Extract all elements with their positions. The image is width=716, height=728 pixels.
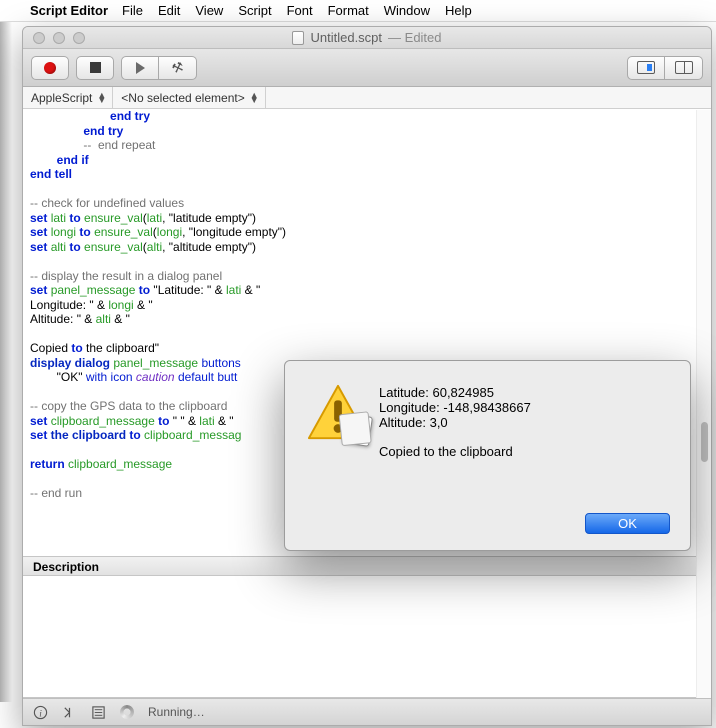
svg-text:i: i — [39, 709, 42, 719]
view-full-icon — [637, 61, 655, 74]
dialog-line-4: Copied to the clipboard — [379, 444, 670, 459]
document-proxy-icon[interactable] — [292, 31, 304, 45]
system-menubar: Script Editor File Edit View Script Font… — [0, 0, 716, 22]
dialog-icon-area — [307, 379, 379, 534]
accessory-result-icon[interactable] — [62, 705, 77, 720]
element-label: <No selected element> — [121, 91, 244, 105]
background-shadow — [0, 22, 12, 702]
dialog-line-2: Longitude: -148,98438667 — [379, 400, 670, 415]
status-text: Running… — [148, 705, 205, 719]
status-bar: i Running… — [23, 698, 711, 725]
dropdown-arrows-icon: ▲▼ — [250, 93, 259, 103]
play-icon — [136, 62, 145, 74]
document-name: Untitled.scpt — [310, 30, 382, 45]
ok-button[interactable]: OK — [585, 513, 670, 534]
menu-format[interactable]: Format — [328, 3, 369, 18]
hammer-icon: ⚒ — [169, 58, 185, 77]
edited-indicator: — Edited — [388, 30, 441, 45]
description-header[interactable]: Description — [23, 556, 711, 576]
view-full-button[interactable] — [627, 56, 665, 80]
menu-help[interactable]: Help — [445, 3, 472, 18]
window-titlebar[interactable]: Untitled.scpt — Edited — [23, 27, 711, 49]
accessory-log-icon[interactable] — [91, 705, 106, 720]
stop-button[interactable] — [76, 56, 114, 80]
toolbar: ⚒ — [23, 49, 711, 87]
dialog-body: Latitude: 60,824985 Longitude: -148,9843… — [379, 379, 670, 534]
menu-script[interactable]: Script — [238, 3, 271, 18]
scrollbar-thumb[interactable] — [701, 422, 708, 462]
menu-font[interactable]: Font — [287, 3, 313, 18]
view-split-button[interactable] — [665, 56, 703, 80]
description-body[interactable] — [23, 576, 711, 698]
stop-icon — [90, 62, 101, 73]
accessory-info-icon[interactable]: i — [33, 705, 48, 720]
active-app-name[interactable]: Script Editor — [30, 3, 108, 18]
result-dialog: Latitude: 60,824985 Longitude: -148,9843… — [284, 360, 691, 551]
dropdown-arrows-icon: ▲▼ — [97, 93, 106, 103]
dialog-line-3: Altitude: 3,0 — [379, 415, 670, 430]
language-selector[interactable]: AppleScript ▲▼ — [23, 87, 113, 108]
view-split-icon — [675, 61, 693, 74]
record-button[interactable] — [31, 56, 69, 80]
language-label: AppleScript — [31, 91, 92, 105]
menu-window[interactable]: Window — [384, 3, 430, 18]
element-selector[interactable]: <No selected element> ▲▼ — [113, 87, 265, 108]
vertical-scrollbar[interactable] — [696, 110, 711, 698]
spinner-icon — [120, 705, 134, 719]
run-button[interactable] — [121, 56, 159, 80]
record-icon — [44, 62, 56, 74]
navigation-bar: AppleScript ▲▼ <No selected element> ▲▼ — [23, 87, 711, 109]
dialog-line-1: Latitude: 60,824985 — [379, 385, 670, 400]
compile-button[interactable]: ⚒ — [159, 56, 197, 80]
menu-view[interactable]: View — [195, 3, 223, 18]
script-badge-icon — [341, 413, 373, 447]
menu-edit[interactable]: Edit — [158, 3, 180, 18]
window-title: Untitled.scpt — Edited — [23, 30, 711, 45]
caution-icon — [307, 383, 369, 441]
menu-file[interactable]: File — [122, 3, 143, 18]
